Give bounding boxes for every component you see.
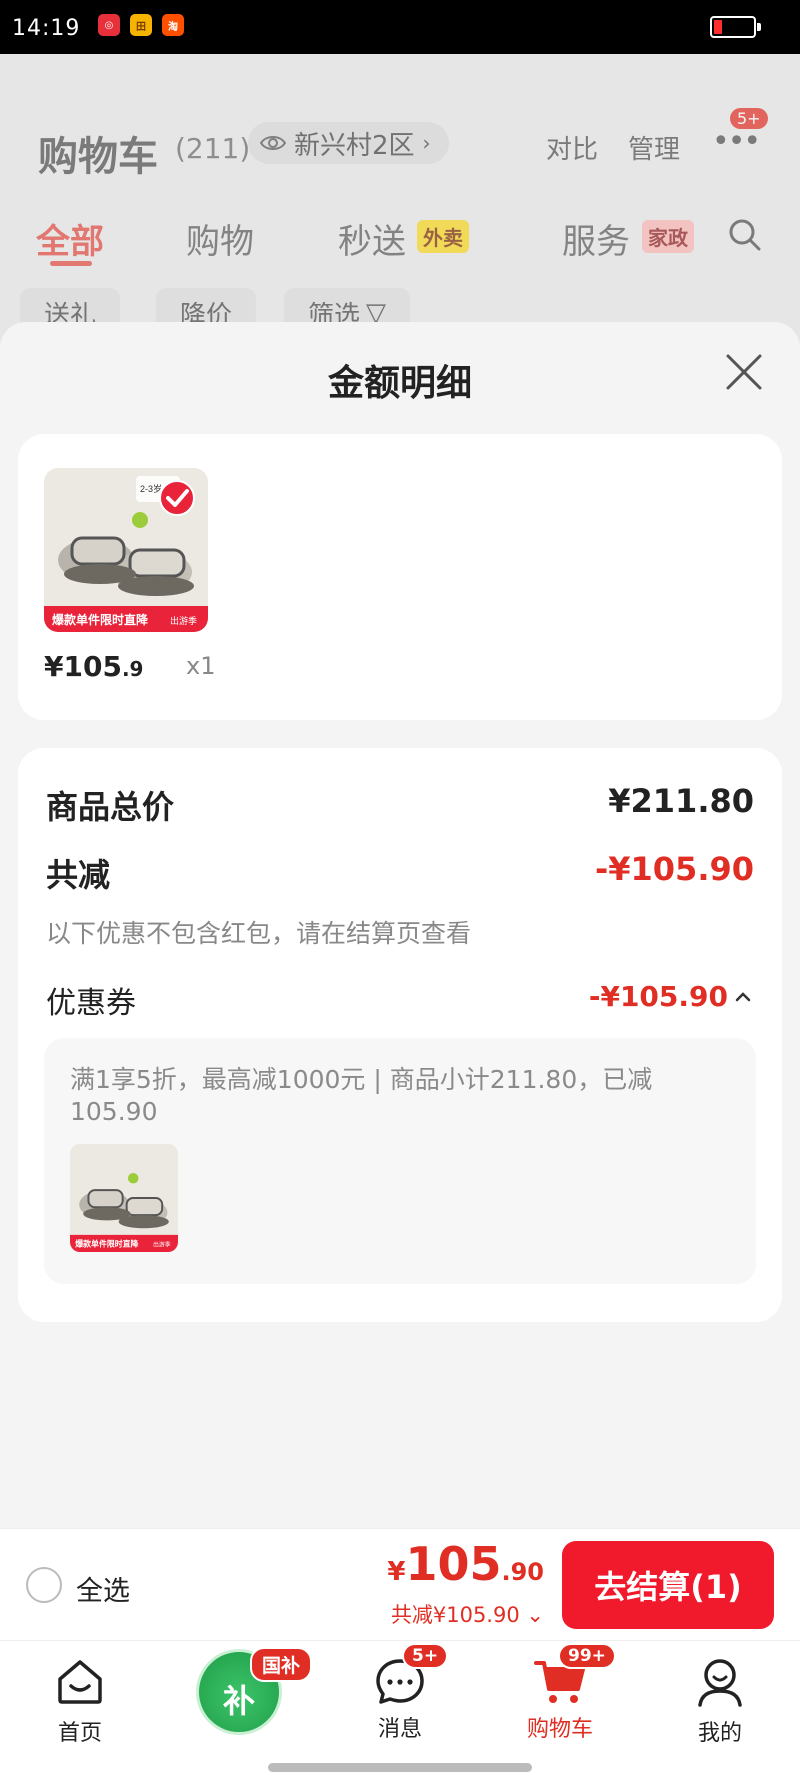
status-time: 14:19: [12, 16, 81, 41]
subsidy-char: 补: [222, 1682, 255, 1720]
product-price-dec: .9: [121, 657, 144, 681]
price-summary-card: 商品总价 ¥211.80 共减 -¥105.90 以下优惠不包含红包，请在结算页…: [18, 748, 782, 1322]
manage-link: 管理: [628, 135, 681, 165]
thumb-tag: 2-3岁: [140, 483, 162, 494]
nav-home[interactable]: 首页: [20, 1653, 140, 1747]
total-value: ¥211.80: [608, 782, 754, 820]
sandal-image: 2-3岁 爆款单件限时直降 出游季: [44, 468, 208, 632]
status-bar: 14:19 ◎ 田 淘: [0, 0, 800, 54]
product-quantity: x1: [186, 652, 216, 680]
checkout-price-int: 105: [405, 1537, 502, 1591]
coupon-detail-box: 满1享5折，最高减1000元 | 商品小计211.80，已减105.90 爆款单…: [44, 1038, 756, 1284]
message-icon: 5+: [372, 1643, 449, 1709]
nav-profile-label: 我的: [697, 1721, 742, 1746]
nav-messages-label: 消息: [377, 1717, 422, 1742]
location-pill: 新兴村2区 ›: [248, 122, 449, 164]
checkout-bar: 全选 ¥105.90 共减¥105.90 ⌄ 去结算(1): [0, 1528, 800, 1640]
select-all-label[interactable]: 全选: [76, 1569, 130, 1608]
battery-icon: [710, 16, 761, 38]
taobao-icon: 淘: [162, 14, 184, 36]
checkout-total-price: ¥105.90: [387, 1537, 544, 1591]
nav-profile[interactable]: 我的: [660, 1653, 780, 1747]
sandal-thumb-image: 爆款单件限时直降 出游季: [70, 1144, 178, 1252]
cart-count: (211): [175, 132, 251, 165]
location-text: 新兴村2区: [294, 130, 415, 161]
tab-all: 全部: [36, 222, 104, 262]
chevron-down-icon: ⌄: [526, 1603, 544, 1627]
coupon-label: 优惠券: [46, 986, 136, 1021]
tab-express: 秒送: [338, 222, 406, 262]
coupon-toggle[interactable]: -¥105.90: [589, 980, 752, 1013]
product-price: ¥105.9: [44, 650, 143, 683]
cart-badge: 99+: [558, 1643, 616, 1669]
eye-icon: [260, 136, 286, 150]
coupon-description: 满1享5折，最高减1000元 | 商品小计211.80，已减105.90: [70, 1065, 653, 1126]
tianmao-icon: 田: [130, 14, 152, 36]
tab-underline: [50, 261, 92, 266]
discount-note: 以下优惠不包含红包，请在结算页查看: [46, 919, 472, 948]
cart-title: 购物车: [38, 134, 158, 180]
tab-service: 服务: [562, 222, 630, 262]
coupon-thumb-banner: 爆款单件限时直降: [75, 1239, 138, 1249]
checkout-price-currency: ¥: [387, 1557, 406, 1587]
total-label: 商品总价: [46, 788, 175, 826]
discount-label: 共减: [46, 856, 111, 894]
checkout-discount: 共减¥105.90: [390, 1603, 520, 1627]
nav-home-label: 首页: [57, 1721, 102, 1746]
close-icon[interactable]: [722, 350, 766, 394]
discount-value: -¥105.90: [594, 850, 754, 888]
product-card: 2-3岁 爆款单件限时直降 出游季 ¥105.9 x1: [18, 434, 782, 720]
nav-cart[interactable]: 99+ 购物车: [500, 1643, 620, 1743]
subsidy-badge: 国补: [250, 1647, 313, 1682]
housekeeping-tag: 家政: [642, 220, 694, 253]
coupon-value: -¥105.90: [588, 980, 728, 1013]
checkout-price-dec: .90: [501, 1558, 544, 1586]
checkout-discount-toggle[interactable]: 共减¥105.90 ⌄: [391, 1599, 544, 1629]
more-badge: 5+: [730, 108, 768, 129]
cart-icon: 99+: [532, 1643, 616, 1709]
nav-cart-label: 购物车: [526, 1717, 593, 1742]
thumb-banner: 爆款单件限时直降: [52, 612, 149, 627]
product-image[interactable]: 2-3岁 爆款单件限时直降 出游季: [44, 468, 208, 632]
chevron-right-icon: ›: [422, 131, 431, 155]
netease-music-icon: ◎: [98, 14, 120, 36]
profile-icon: [698, 1659, 742, 1707]
search-icon: [729, 219, 761, 251]
product-price-int: ¥105: [44, 650, 122, 683]
select-all-checkbox[interactable]: [26, 1567, 62, 1603]
background-cart-page: 购物车 (211) 新兴村2区 › 对比 管理 ••• 5+ 全部 购物 秒送 …: [0, 54, 800, 344]
sheet-title: 金额明细: [327, 363, 472, 404]
nav-messages[interactable]: 5+ 消息: [340, 1643, 460, 1743]
tab-shopping: 购物: [186, 222, 254, 262]
compare-link: 对比: [546, 135, 599, 165]
messages-badge: 5+: [402, 1643, 449, 1669]
coupon-product-image: 爆款单件限时直降 出游季: [70, 1144, 178, 1252]
checkout-button[interactable]: 去结算(1): [562, 1541, 774, 1629]
home-indicator[interactable]: [268, 1763, 532, 1772]
takeout-tag: 外卖: [417, 220, 469, 253]
more-icon: •••: [712, 124, 761, 159]
home-icon: [58, 1660, 102, 1704]
chevron-up-icon: [735, 991, 751, 1001]
thumb-brand: 出游季: [170, 615, 197, 627]
